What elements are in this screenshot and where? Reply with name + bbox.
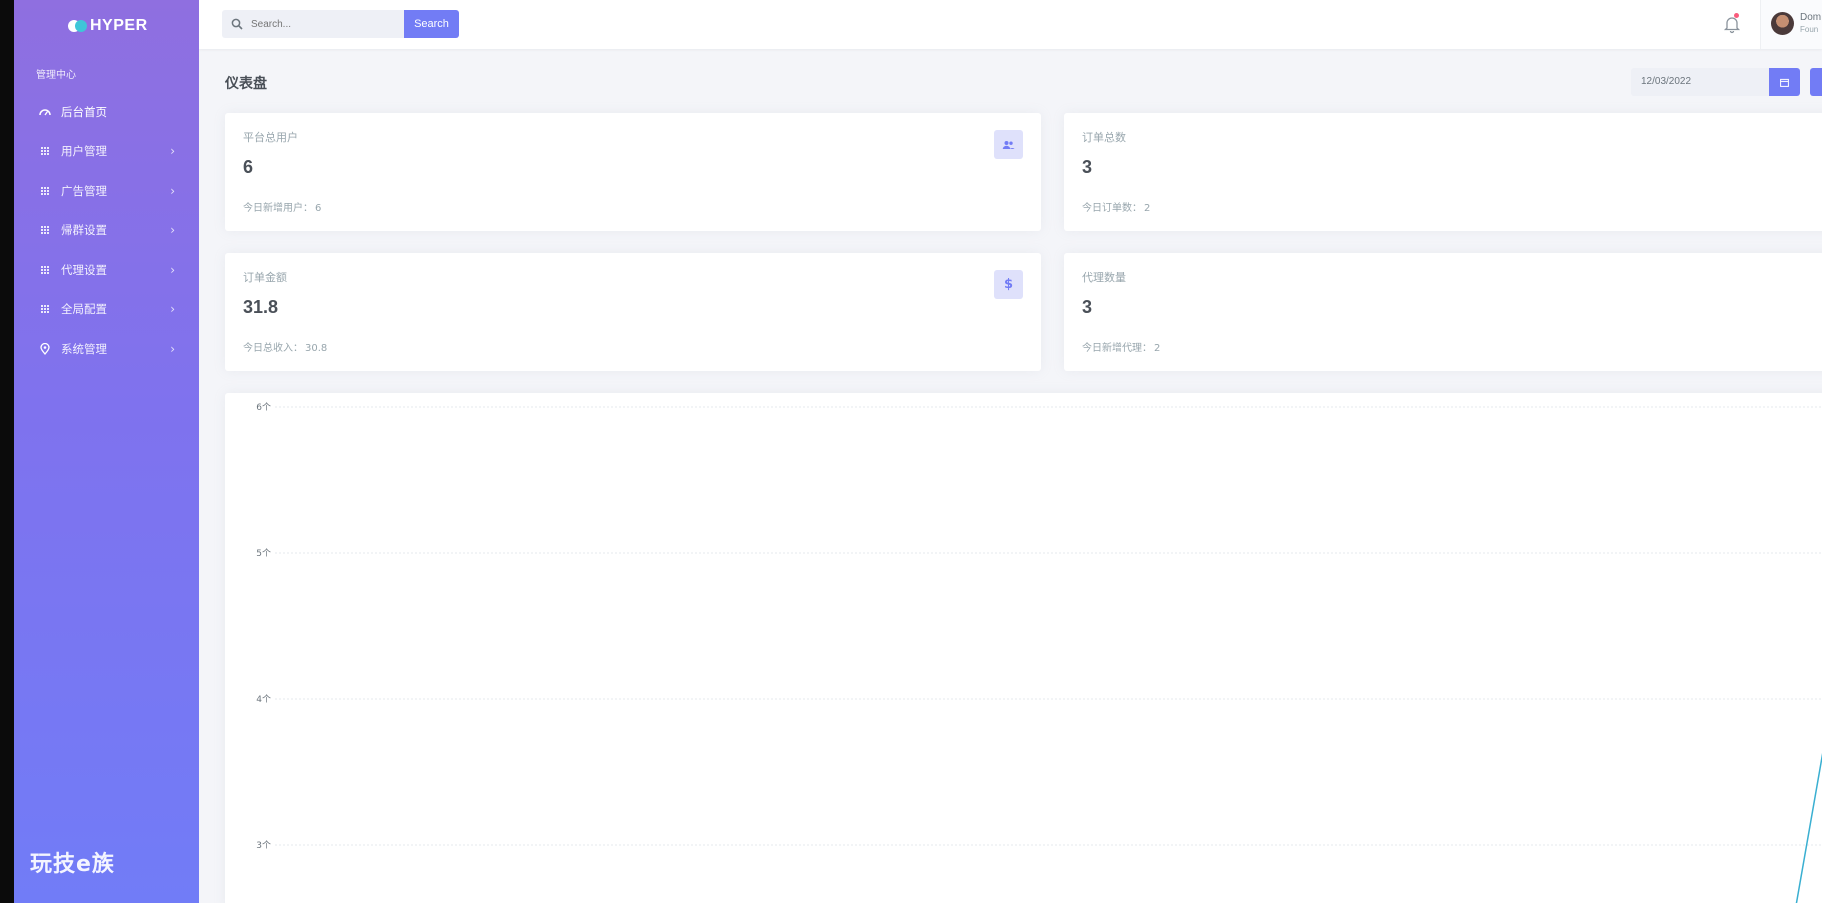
search-box [222, 10, 404, 38]
dollar-icon: $ [994, 270, 1023, 299]
chevron-right-icon: › [170, 183, 175, 198]
users-icon [994, 130, 1023, 159]
stat-value: 3 [1082, 297, 1093, 317]
series-line [1795, 752, 1822, 903]
grid-icon [39, 224, 51, 236]
stat-sub-value: 2 [1144, 203, 1151, 214]
stat-card-amount: 订单金额 31.8 今日总收入： 30.8 $ [225, 253, 1041, 371]
chart-card: 6个 5个 4个 3个 [225, 393, 1822, 903]
stat-label: 订单总数 [1082, 131, 1126, 144]
stat-sub-value: 2 [1154, 343, 1161, 354]
calendar-button[interactable] [1769, 68, 1800, 96]
dashboard-icon [39, 106, 51, 118]
chevron-right-icon: › [170, 262, 175, 277]
search-input[interactable] [251, 18, 391, 30]
stat-value: 3 [1082, 157, 1093, 177]
stat-sub: 今日新增用户： 6 [243, 199, 321, 214]
logo-mark-icon [68, 20, 87, 32]
sidebar-item-label: 系统管理 [61, 341, 107, 356]
stat-sub-label: 今日新增用户： [243, 203, 313, 214]
sidebar-item-label: 帰群设置 [61, 223, 107, 238]
y-tick-label: 4个 [256, 694, 271, 705]
stat-value: 31.8 [243, 297, 279, 317]
logo[interactable]: HYPER [68, 17, 148, 35]
sidebar-item-label: 后台首页 [61, 104, 107, 119]
y-tick-label: 6个 [256, 402, 271, 413]
user-menu[interactable]: Dom Foun [1760, 0, 1822, 49]
stat-card-orders: 订单总数 3 今日订单数： 2 [1064, 113, 1822, 231]
topbar: Search Dom Foun [199, 0, 1822, 49]
location-pin-icon [39, 342, 51, 355]
stat-sub-label: 今日订单数： [1082, 203, 1142, 214]
y-tick-label: 3个 [256, 840, 271, 851]
grid-icon [39, 264, 51, 276]
calendar-icon [1780, 78, 1789, 87]
user-name: Dom [1800, 12, 1822, 23]
sidebar-nav: 后台首页 用户管理 › 广告管理 › 帰群设置 › 代理设置 › 全局配置 › [14, 92, 199, 369]
user-role: Foun [1800, 25, 1819, 34]
sidebar-item-users[interactable]: 用户管理 › [14, 132, 199, 172]
y-tick-label: 5个 [256, 548, 271, 559]
stat-sub-label: 今日新增代理： [1082, 343, 1152, 354]
stat-label: 平台总用户 [243, 131, 298, 144]
sidebar-item-agents[interactable]: 代理设置 › [14, 250, 199, 290]
page-title: 仪表盘 [225, 76, 267, 92]
chevron-right-icon: › [170, 223, 175, 238]
left-screen-edge [0, 0, 14, 903]
stat-label: 订单金额 [243, 271, 287, 284]
stat-card-agents: 代理数量 3 今日新增代理： 2 [1064, 253, 1822, 371]
search-icon [231, 18, 243, 30]
sidebar-item-label: 全局配置 [61, 302, 107, 317]
date-input[interactable]: 12/03/2022 [1631, 68, 1769, 96]
stat-sub-value: 6 [315, 203, 322, 214]
refresh-button[interactable] [1810, 68, 1822, 96]
grid-icon [39, 303, 51, 315]
stat-sub-label: 今日总收入： [243, 343, 303, 354]
sidebar-item-label: 广告管理 [61, 183, 107, 198]
stat-label: 代理数量 [1082, 271, 1126, 284]
notification-badge [1734, 13, 1739, 18]
sidebar: HYPER 管理中心 后台首页 用户管理 › 广告管理 › 帰群设置 › 代理设… [14, 0, 199, 903]
stat-sub: 今日订单数： 2 [1082, 199, 1150, 214]
stat-sub: 今日新增代理： 2 [1082, 339, 1160, 354]
stat-sub-value: 30.8 [305, 343, 328, 354]
stat-card-users: 平台总用户 6 今日新增用户： 6 [225, 113, 1041, 231]
nav-section-title: 管理中心 [36, 70, 76, 81]
chevron-right-icon: › [170, 341, 175, 356]
sidebar-item-ads[interactable]: 广告管理 › [14, 171, 199, 211]
grid-icon [39, 185, 51, 197]
search-button[interactable]: Search [404, 10, 459, 38]
line-chart: 6个 5个 4个 3个 [256, 402, 1822, 903]
watermark-brand: 玩技e族 [30, 852, 115, 877]
stat-sub: 今日总收入： 30.8 [243, 339, 327, 354]
chevron-right-icon: › [170, 302, 175, 317]
avatar [1771, 12, 1794, 35]
logo-text: HYPER [90, 17, 148, 34]
sidebar-item-dashboard[interactable]: 后台首页 [14, 92, 199, 132]
sidebar-item-system[interactable]: 系统管理 › [14, 329, 199, 369]
sidebar-item-label: 用户管理 [61, 144, 107, 159]
chevron-right-icon: › [170, 144, 175, 159]
main-content: Search Dom Foun 仪表盘 12/03/2022 平台总用户 6 今… [199, 0, 1822, 903]
sidebar-item-groups[interactable]: 帰群设置 › [14, 211, 199, 251]
stat-value: 6 [243, 157, 254, 177]
grid-icon [39, 145, 51, 157]
sidebar-item-label: 代理设置 [61, 262, 107, 277]
sidebar-item-global-config[interactable]: 全局配置 › [14, 290, 199, 330]
